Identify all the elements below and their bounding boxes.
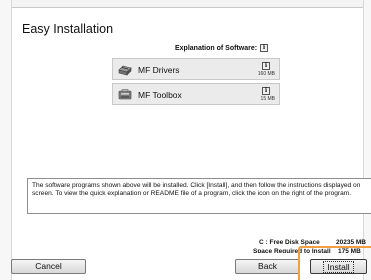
window-right-border — [363, 0, 371, 280]
info-icon[interactable]: i — [262, 87, 270, 95]
space-required-value: 175 MB — [338, 248, 361, 253]
install-button[interactable]: Install — [310, 259, 367, 274]
back-button[interactable]: Back — [235, 259, 300, 274]
explanation-of-software: Explanation of Software: i — [175, 44, 269, 52]
explanation-label: Explanation of Software: — [175, 44, 258, 52]
description-text: The software programs shown above will b… — [27, 178, 371, 214]
software-size: 160 MB — [257, 71, 275, 77]
page-title: Easy Installation — [22, 22, 114, 36]
list-item-mf-drivers: MF Drivers i 160 MB — [112, 58, 280, 80]
install-button-label: Install — [323, 261, 354, 273]
printer-driver-icon — [118, 65, 132, 76]
list-item-mf-toolbox: MF Toolbox i 15 MB — [112, 83, 280, 105]
free-disk-space-label: C : Free Disk Space — [259, 239, 320, 246]
window-top-border — [0, 0, 371, 8]
info-icon[interactable]: i — [262, 62, 270, 70]
toolbox-printer-icon — [118, 89, 132, 100]
window-left-border — [0, 0, 12, 280]
free-disk-space-value: 20235 MB — [336, 239, 366, 246]
cancel-button[interactable]: Cancel — [11, 259, 86, 274]
space-required-label: Space Required to Install — [253, 248, 331, 253]
software-list: MF Drivers i 160 MB MF Toolbox i 15 MB — [112, 58, 280, 108]
info-icon[interactable]: i — [260, 44, 269, 52]
software-name: MF Drivers — [138, 65, 180, 75]
software-name: MF Toolbox — [138, 90, 182, 100]
software-size: 15 MB — [260, 96, 275, 102]
